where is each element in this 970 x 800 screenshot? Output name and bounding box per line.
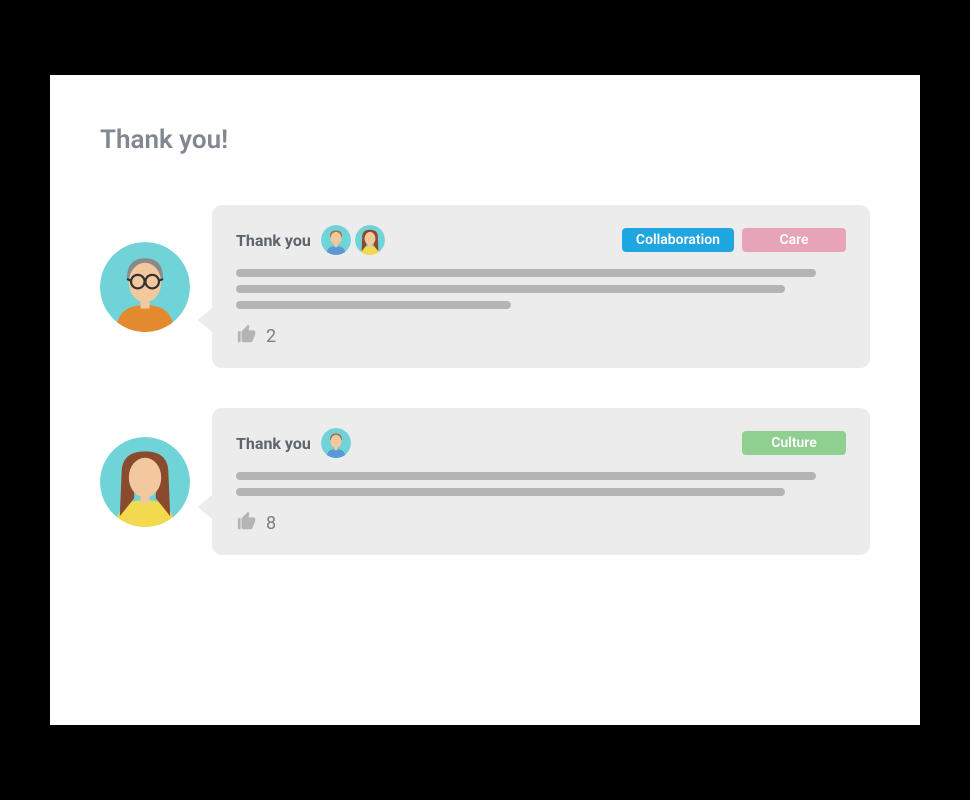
body-line bbox=[236, 301, 511, 309]
page-title: Thank you! bbox=[100, 125, 870, 155]
message-bubble: Thank you Collaboration Care 2 bbox=[212, 205, 870, 368]
message-bubble: Thank you Culture 8 bbox=[212, 408, 870, 555]
thank-you-label: Thank you bbox=[236, 434, 311, 453]
like-button[interactable]: 8 bbox=[236, 510, 846, 537]
bubble-header: Thank you Collaboration Care bbox=[236, 225, 846, 255]
author-avatar[interactable] bbox=[100, 437, 190, 527]
body-line bbox=[236, 285, 785, 293]
feed: Thank you Collaboration Care 2 bbox=[100, 205, 870, 555]
recipient-avatar[interactable] bbox=[321, 225, 351, 255]
like-count: 2 bbox=[266, 326, 276, 347]
recipient-avatars bbox=[321, 225, 385, 255]
app-card: Thank you! Thank you bbox=[50, 75, 920, 725]
recipient-avatar[interactable] bbox=[321, 428, 351, 458]
message-body-placeholder bbox=[236, 269, 846, 309]
thank-you-label: Thank you bbox=[236, 231, 311, 250]
body-line bbox=[236, 488, 785, 496]
like-count: 8 bbox=[266, 513, 276, 534]
post-row: Thank you Collaboration Care 2 bbox=[100, 205, 870, 368]
recipient-avatar[interactable] bbox=[355, 225, 385, 255]
post-row: Thank you Culture 8 bbox=[100, 408, 870, 555]
body-line bbox=[236, 472, 816, 480]
author-avatar[interactable] bbox=[100, 242, 190, 332]
tag-group: Collaboration Care bbox=[622, 228, 846, 252]
tag-group: Culture bbox=[742, 431, 846, 455]
thumb-up-icon bbox=[236, 510, 258, 537]
bubble-header: Thank you Culture bbox=[236, 428, 846, 458]
tag-collaboration[interactable]: Collaboration bbox=[622, 228, 734, 252]
tag-culture[interactable]: Culture bbox=[742, 431, 846, 455]
body-line bbox=[236, 269, 816, 277]
like-button[interactable]: 2 bbox=[236, 323, 846, 350]
message-body-placeholder bbox=[236, 472, 846, 496]
recipient-avatars bbox=[321, 428, 351, 458]
tag-care[interactable]: Care bbox=[742, 228, 846, 252]
thumb-up-icon bbox=[236, 323, 258, 350]
